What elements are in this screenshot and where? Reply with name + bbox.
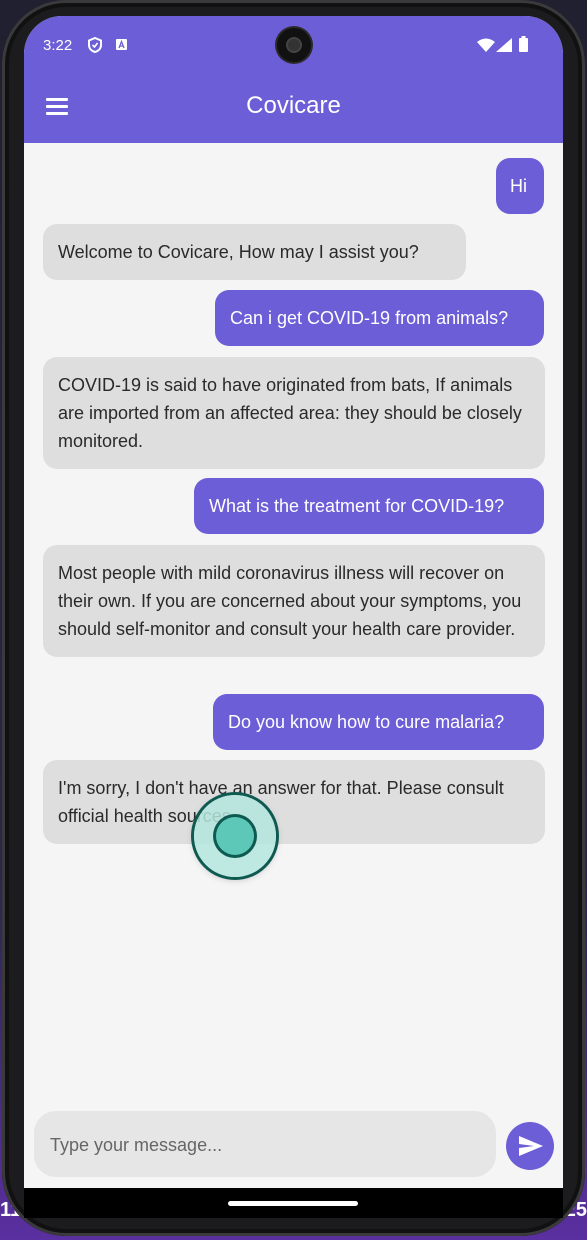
chat-list[interactable]: Hi Welcome to Covicare, How may I assist…: [24, 143, 563, 1103]
touch-indicator: [194, 795, 276, 877]
status-time: 3:22: [43, 37, 73, 54]
signal-icon: [496, 38, 512, 52]
bot-message: COVID-19 is said to have originated from…: [43, 357, 545, 469]
send-icon: [519, 1136, 543, 1156]
phone-screen: 3:22 Covicare Hi Welcome to Covicare, Ho…: [24, 16, 563, 1188]
user-message: Hi: [496, 158, 544, 214]
front-camera: [277, 28, 311, 62]
send-button[interactable]: [506, 1122, 554, 1170]
user-message: Do you know how to cure malaria?: [213, 694, 544, 750]
status-bar: 3:22: [24, 16, 563, 76]
a-icon: [116, 39, 127, 50]
user-message: What is the treatment for COVID-19?: [194, 478, 544, 534]
message-input-container: [34, 1111, 496, 1179]
bot-message: I'm sorry, I don't have an answer for th…: [43, 760, 545, 844]
home-indicator[interactable]: [228, 1201, 358, 1206]
message-input[interactable]: [48, 1111, 482, 1179]
app-bar: Covicare: [24, 76, 563, 143]
wifi-icon: [477, 38, 495, 52]
app-title: Covicare: [246, 92, 341, 119]
system-nav-bar: [24, 1188, 563, 1218]
battery-icon: [519, 36, 528, 52]
user-message: Can i get COVID-19 from animals?: [215, 290, 544, 346]
bot-message: Most people with mild coronavirus illnes…: [43, 545, 545, 657]
bot-message: Welcome to Covicare, How may I assist yo…: [43, 224, 466, 280]
shield-icon: [88, 37, 102, 53]
